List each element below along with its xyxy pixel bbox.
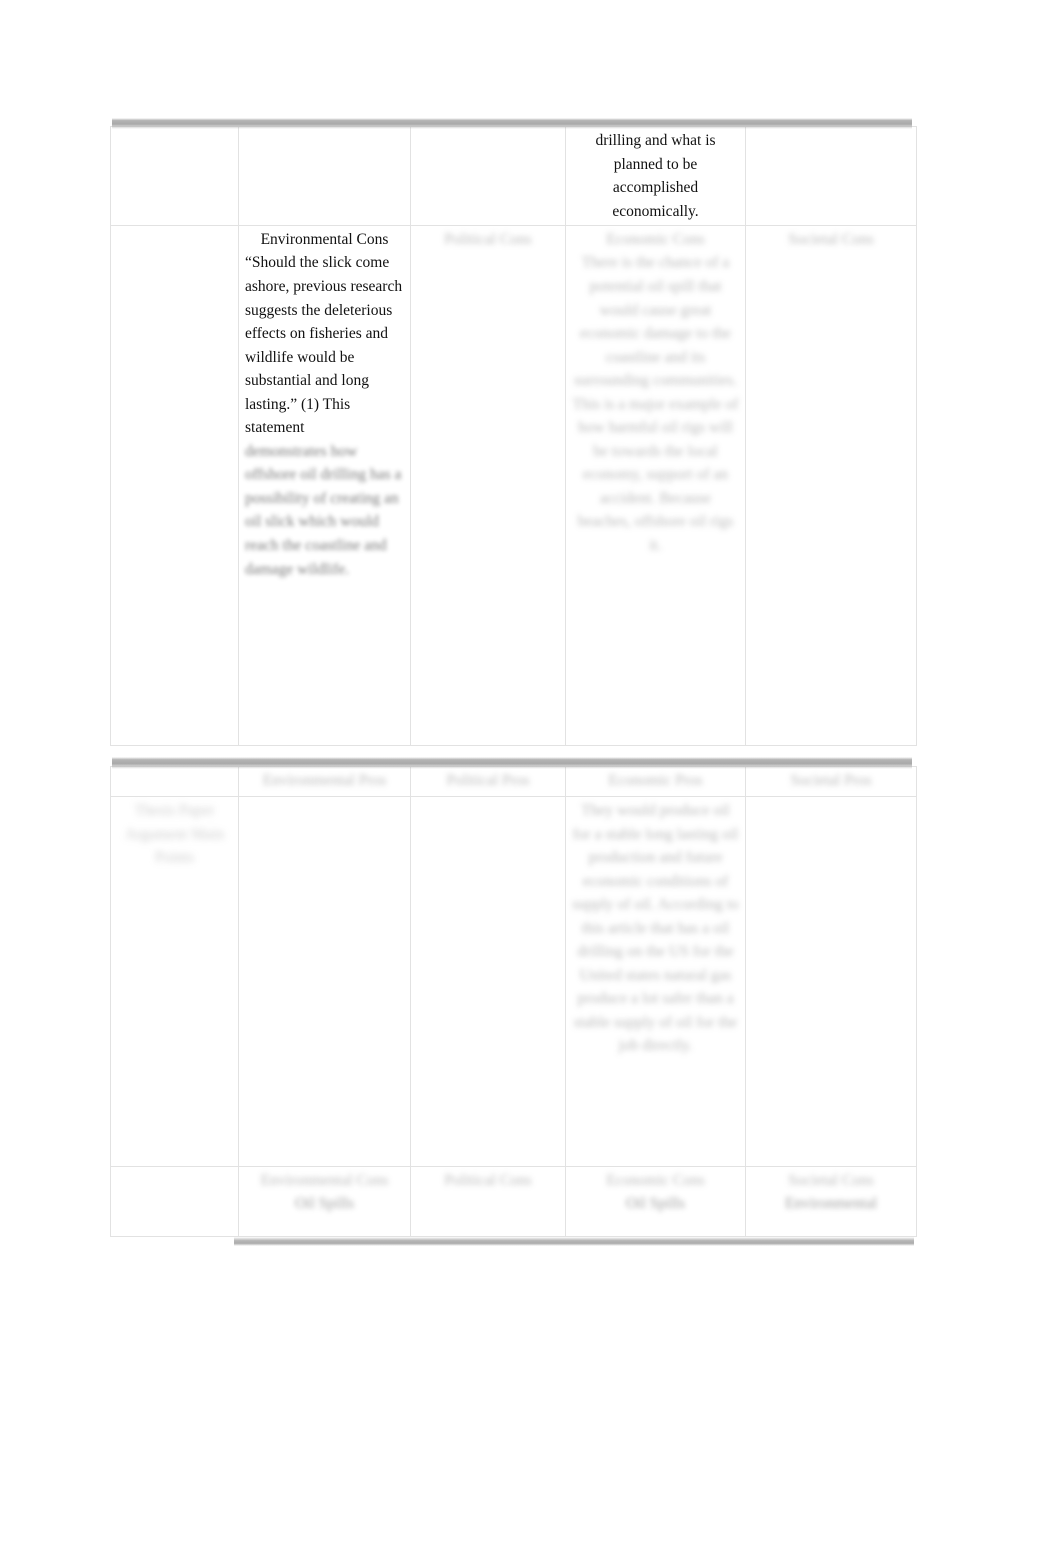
cell-heading: Environmental Pros xyxy=(262,772,387,789)
cell-text-illegible: There is the chance of a potential oil s… xyxy=(572,254,739,554)
cell-economic-cons: Economic Cons There is the chance of a p… xyxy=(565,225,746,747)
table-row: Environmental Cons Oil Spills Political … xyxy=(110,1166,917,1237)
table-row: drilling and what is planned to be accom… xyxy=(110,125,917,227)
cell-political-cons: Political Cons xyxy=(410,225,566,747)
table-row: Environmental Pros Political Pros Econom… xyxy=(110,766,917,797)
cell-heading: Economic Cons xyxy=(606,1172,705,1189)
cell-subheading: Oil Spills xyxy=(294,1195,354,1213)
cell-text-illegible: They would produce oil for a stable long… xyxy=(572,802,739,1055)
cell-heading: Environmental Cons xyxy=(260,1172,389,1189)
cell-text: “Should the slick come ashore, previous … xyxy=(245,254,403,437)
cell-text: drilling and what is planned to be accom… xyxy=(595,132,716,220)
cell-heading: Societal Pros xyxy=(790,772,872,789)
cell-heading: Economic Pros xyxy=(608,772,703,789)
cell-subheading: Oil Spills xyxy=(625,1195,685,1213)
cell-environmental-cons: Environmental Cons “Should the slick com… xyxy=(238,225,411,747)
cell-heading: Economic Cons xyxy=(606,231,705,249)
comparison-table-top: drilling and what is planned to be accom… xyxy=(110,125,917,747)
cell-societal-pros-header: Societal Pros xyxy=(745,766,917,797)
table-row: Environmental Cons “Should the slick com… xyxy=(110,225,917,747)
cell-environmental-continued xyxy=(238,125,411,227)
cell-thesis-argument: Thesis Paper Argument Main Points xyxy=(110,796,239,1167)
cell-economic-continued: drilling and what is planned to be accom… xyxy=(565,125,746,227)
cell-economic-pros-body: They would produce oil for a stable long… xyxy=(565,796,746,1167)
cell-political-pros-header: Political Pros xyxy=(410,766,566,797)
cell-societal-pros-body xyxy=(745,796,917,1167)
cell-text-illegible: demonstrates how offshore oil drilling h… xyxy=(245,442,402,578)
cell-societal-continued xyxy=(745,125,917,227)
cell-political-pros-body xyxy=(410,796,566,1167)
cell-category-continued xyxy=(110,125,239,227)
cell-text-illegible: Thesis Paper Argument Main Points xyxy=(124,802,225,867)
cell-heading: Political Pros xyxy=(446,772,530,789)
page-break-band-bottom xyxy=(234,1237,914,1246)
cell-heading: Societal Cons xyxy=(788,1172,874,1189)
cell-category-cons xyxy=(110,225,239,747)
cell-heading: Political Cons xyxy=(444,231,532,249)
cell-societal-cons-footer: Societal Cons Environmental xyxy=(745,1166,917,1237)
cell-subheading: Environmental xyxy=(784,1195,878,1213)
cell-heading: Societal Cons xyxy=(788,231,874,249)
cell-political-cons-footer: Political Cons xyxy=(410,1166,566,1237)
table-row: Thesis Paper Argument Main Points They w… xyxy=(110,796,917,1167)
cell-political-continued xyxy=(410,125,566,227)
cell-heading: Environmental Cons xyxy=(260,231,389,249)
cell-environmental-cons-footer: Environmental Cons Oil Spills xyxy=(238,1166,411,1237)
cell-economic-pros-header: Economic Pros xyxy=(565,766,746,797)
cell-societal-cons: Societal Cons xyxy=(745,225,917,747)
document-page: drilling and what is planned to be accom… xyxy=(0,0,1062,1561)
cell-heading: Political Cons xyxy=(444,1172,532,1189)
cell-category-blank xyxy=(110,766,239,797)
comparison-table-bottom: Environmental Pros Political Pros Econom… xyxy=(110,766,917,1237)
cell-environmental-pros-body xyxy=(238,796,411,1167)
cell-economic-cons-footer: Economic Cons Oil Spills xyxy=(565,1166,746,1237)
cell-category-cons-footer xyxy=(110,1166,239,1237)
cell-environmental-pros-header: Environmental Pros xyxy=(238,766,411,797)
